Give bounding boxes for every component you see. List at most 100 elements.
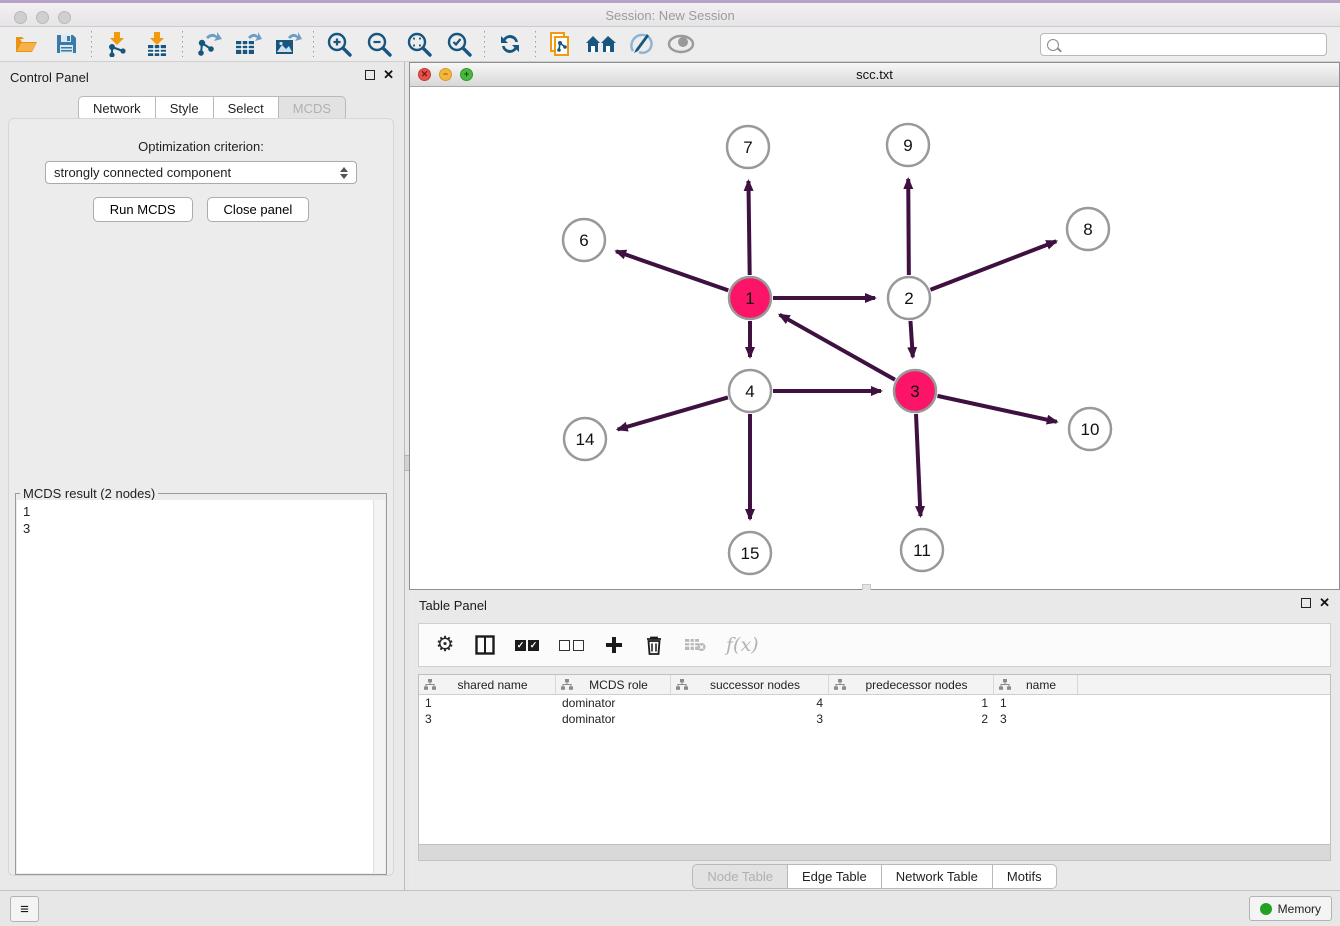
cell-1-4[interactable]: 3	[994, 712, 1078, 726]
cell-0-1[interactable]: dominator	[556, 696, 671, 710]
float-table-panel-icon[interactable]	[1301, 598, 1311, 608]
node-label-14: 14	[576, 430, 595, 449]
criterion-dropdown[interactable]: strongly connected component	[45, 161, 357, 184]
network-canvas[interactable]: 1234678910111415	[410, 87, 1339, 589]
delete-column-icon[interactable]	[644, 635, 664, 655]
table-panel-tabs: Node TableEdge TableNetwork TableMotifs	[409, 864, 1340, 889]
node-table: shared nameMCDS rolesuccessor nodes prede…	[418, 674, 1331, 845]
close-panel-icon[interactable]: ✕	[383, 70, 394, 80]
column-header-predecessor-nodes[interactable]: predecessor nodes	[829, 675, 994, 694]
node-label-10: 10	[1081, 420, 1100, 439]
table-row[interactable]: 1dominator411	[419, 695, 1330, 711]
cell-0-0[interactable]: 1	[419, 696, 556, 710]
column-type-icon	[676, 679, 688, 690]
zoom-out-button[interactable]	[359, 29, 399, 59]
table-panel-title: Table Panel	[419, 598, 487, 613]
cell-0-3[interactable]: 1	[829, 696, 994, 710]
column-type-icon	[999, 679, 1011, 690]
close-panel-button[interactable]: Close panel	[207, 197, 310, 222]
edge-4-14[interactable]	[618, 397, 728, 429]
edge-3-10[interactable]	[937, 396, 1056, 422]
edge-2-8[interactable]	[930, 241, 1056, 289]
cell-0-2[interactable]: 4	[671, 696, 829, 710]
function-builder-icon[interactable]: f(x)	[726, 634, 759, 656]
table-toolbar: ⚙ ✓✓ f(x)	[418, 623, 1331, 667]
optimization-criterion-label: Optimization criterion:	[9, 139, 393, 154]
zoom-fit-icon	[406, 31, 432, 57]
column-layout-icon[interactable]	[475, 635, 495, 655]
network-title: scc.txt	[410, 67, 1339, 82]
result-scrollbar[interactable]	[373, 500, 385, 873]
memory-button[interactable]: Memory	[1249, 896, 1332, 921]
network-window-titlebar[interactable]: ✕ − + scc.txt	[410, 63, 1339, 87]
search-field[interactable]	[1040, 33, 1327, 56]
cell-1-1[interactable]: dominator	[556, 712, 671, 726]
main-toolbar	[0, 27, 1340, 62]
table-row[interactable]: 3dominator323	[419, 711, 1330, 727]
column-type-icon	[424, 679, 436, 690]
control-panel: Control Panel ✕ NetworkStyleSelectMCDS O…	[0, 62, 404, 890]
select-all-rows-icon[interactable]: ✓✓	[515, 640, 539, 651]
tab-network-table[interactable]: Network Table	[882, 864, 993, 889]
save-session-button[interactable]	[46, 29, 86, 59]
open-session-button[interactable]	[6, 29, 46, 59]
control-panel-title: Control Panel	[10, 70, 89, 85]
cell-1-0[interactable]: 3	[419, 712, 556, 726]
edge-3-1[interactable]	[780, 315, 895, 380]
search-input[interactable]	[1063, 38, 1326, 52]
node-label-9: 9	[903, 136, 912, 155]
network-graph: 1234678910111415	[410, 87, 1339, 589]
column-header-name[interactable]: name	[994, 675, 1078, 694]
add-column-icon[interactable]	[604, 636, 624, 654]
tab-node-table[interactable]: Node Table	[692, 864, 788, 889]
criterion-value: strongly connected component	[54, 165, 231, 180]
table-body: 1dominator4113dominator323	[419, 695, 1330, 727]
zoom-in-button[interactable]	[319, 29, 359, 59]
save-disk-icon	[55, 33, 77, 55]
show-labels-button[interactable]	[621, 29, 661, 59]
mcds-result-textarea[interactable]: 1 3	[17, 500, 385, 873]
deselect-all-rows-icon[interactable]	[559, 640, 584, 651]
column-header-successor-nodes[interactable]: successor nodes	[671, 675, 829, 694]
column-label: predecessor nodes	[846, 678, 993, 692]
cell-1-2[interactable]: 3	[671, 712, 829, 726]
edge-1-7[interactable]	[748, 181, 749, 275]
tab-motifs[interactable]: Motifs	[993, 864, 1057, 889]
cell-1-3[interactable]: 2	[829, 712, 994, 726]
node-label-2: 2	[904, 289, 913, 308]
zoom-selected-button[interactable]	[439, 29, 479, 59]
tab-edge-table[interactable]: Edge Table	[788, 864, 882, 889]
column-header-shared-name[interactable]: shared name	[419, 675, 556, 694]
refresh-button[interactable]	[490, 29, 530, 59]
run-mcds-button[interactable]: Run MCDS	[93, 197, 193, 222]
export-image-button[interactable]	[268, 29, 308, 59]
export-network-button[interactable]	[188, 29, 228, 59]
first-neighbors-button[interactable]	[581, 29, 621, 59]
export-table-button[interactable]	[228, 29, 268, 59]
edge-3-11[interactable]	[916, 414, 920, 516]
label-painter-icon	[627, 31, 655, 57]
mcds-result-title: MCDS result (2 nodes)	[20, 486, 158, 501]
task-history-button[interactable]: ≡	[10, 896, 39, 922]
table-settings-gear-icon[interactable]: ⚙	[435, 635, 455, 655]
hide-selected-button[interactable]	[661, 29, 701, 59]
toolbar-separator	[91, 31, 92, 57]
delete-table-icon[interactable]	[684, 637, 706, 653]
node-label-1: 1	[745, 289, 754, 308]
edge-2-3[interactable]	[910, 321, 912, 357]
table-footer-strip	[418, 845, 1331, 861]
float-panel-icon[interactable]	[365, 70, 375, 80]
mcds-result-group: MCDS result (2 nodes) 1 3	[15, 493, 387, 875]
column-label: shared name	[436, 678, 555, 692]
node-label-15: 15	[741, 544, 760, 563]
cell-0-4[interactable]: 1	[994, 696, 1078, 710]
close-table-panel-icon[interactable]: ✕	[1319, 598, 1330, 608]
edge-1-6[interactable]	[616, 251, 728, 290]
import-network-button[interactable]	[97, 29, 137, 59]
edge-2-9[interactable]	[908, 179, 909, 275]
clone-network-button[interactable]	[541, 29, 581, 59]
list-icon: ≡	[20, 901, 29, 918]
column-header-MCDS-role[interactable]: MCDS role	[556, 675, 671, 694]
import-table-button[interactable]	[137, 29, 177, 59]
zoom-fit-button[interactable]	[399, 29, 439, 59]
